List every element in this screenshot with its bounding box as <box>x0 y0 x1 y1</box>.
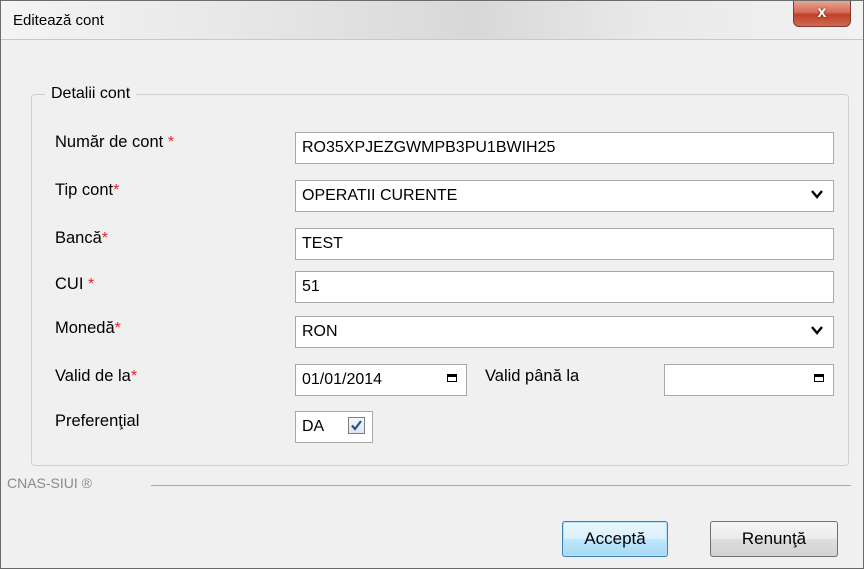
valid-to-label: Valid până la <box>485 367 580 385</box>
required-mark: * <box>113 182 120 199</box>
title-bar[interactable]: Editează cont x <box>1 1 863 40</box>
chevron-down-icon <box>811 190 823 199</box>
required-mark: * <box>167 134 175 151</box>
account-number-input[interactable]: RO35XPJEZGWMPB3PU1BWIH25 <box>295 132 834 164</box>
accept-button[interactable]: Acceptă <box>562 521 668 557</box>
currency-value: RON <box>302 323 338 340</box>
account-number-value: RO35XPJEZGWMPB3PU1BWIH25 <box>302 139 556 156</box>
preferential-label: Preferenţial <box>55 412 140 430</box>
valid-from-label: Valid de la* <box>55 367 138 385</box>
account-number-label: Număr de cont * <box>55 133 175 151</box>
cui-input[interactable]: 51 <box>295 271 834 303</box>
required-mark: * <box>101 230 109 247</box>
currency-label: Monedă* <box>55 319 121 337</box>
cancel-button[interactable]: Renunţă <box>710 521 838 557</box>
valid-to-date-input[interactable] <box>664 364 834 396</box>
calendar-icon[interactable] <box>447 374 457 382</box>
footer-brand: CNAS-SIUI ® <box>7 475 92 491</box>
preferential-checkbox[interactable] <box>348 417 365 434</box>
calendar-icon[interactable] <box>814 374 824 382</box>
account-type-label: Tip cont* <box>55 181 120 199</box>
required-mark: * <box>130 368 138 385</box>
preferential-value: DA <box>302 418 325 435</box>
cui-value: 51 <box>302 278 320 295</box>
dialog-window: Editează cont x Detalii cont Număr de co… <box>0 0 864 569</box>
window-title: Editează cont <box>13 12 104 29</box>
bank-value: TEST <box>302 235 343 252</box>
preferential-checkbox-field[interactable]: DA <box>295 411 373 443</box>
chevron-down-icon <box>811 326 823 335</box>
valid-from-value: 01/01/2014 <box>302 371 383 388</box>
group-legend: Detalii cont <box>45 85 137 103</box>
currency-select[interactable]: RON <box>295 316 834 348</box>
required-mark: * <box>114 320 121 337</box>
close-icon: x <box>817 4 827 21</box>
bank-input[interactable]: TEST <box>295 228 834 260</box>
valid-from-date-input[interactable]: 01/01/2014 <box>295 364 467 396</box>
required-mark: * <box>88 276 95 293</box>
checkbox-check-icon <box>351 420 362 431</box>
footer-divider <box>151 485 851 486</box>
account-type-select[interactable]: OPERATII CURENTE <box>295 180 834 212</box>
bank-label: Bancă* <box>55 229 109 247</box>
close-button[interactable]: x <box>793 1 851 27</box>
cui-label: CUI * <box>55 275 95 293</box>
account-type-value: OPERATII CURENTE <box>302 187 458 204</box>
